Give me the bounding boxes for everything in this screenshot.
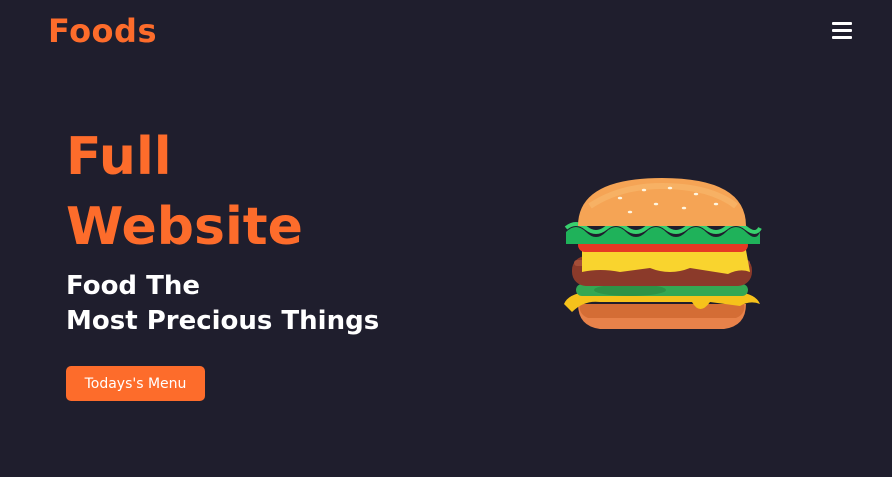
hero-subtitle-line-2: Most Precious Things: [66, 306, 380, 336]
hero-title: Full Website: [66, 122, 303, 262]
hero-title-line-2: Website: [66, 197, 303, 257]
brand-logo[interactable]: Foods: [48, 12, 157, 50]
todays-menu-button[interactable]: Todays's Menu: [66, 366, 205, 401]
hero-subtitle-line-1: Food The: [66, 271, 200, 301]
hamburger-menu-icon[interactable]: [832, 22, 852, 39]
hero-title-line-1: Full: [66, 127, 172, 187]
burger-image: [564, 178, 762, 329]
hero-subtitle: Food The Most Precious Things: [66, 269, 379, 339]
